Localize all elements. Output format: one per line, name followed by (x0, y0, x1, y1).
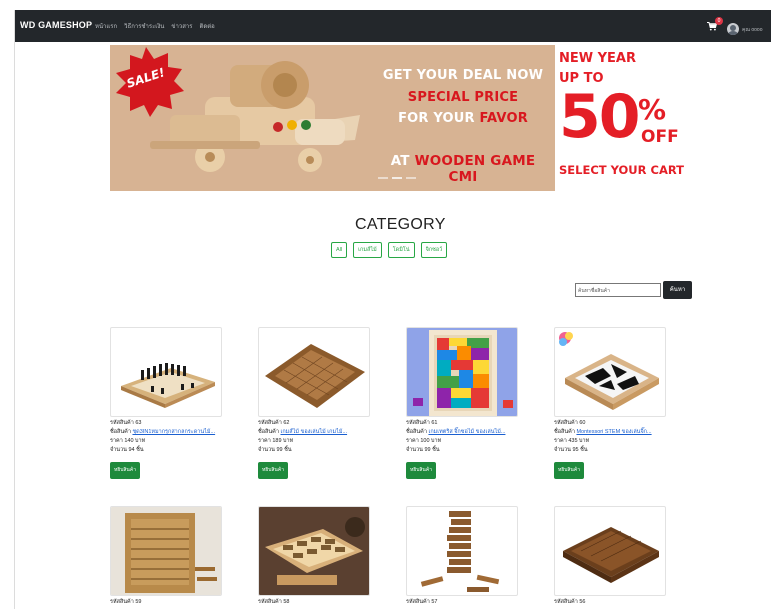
brand-logo[interactable]: WD GAMESHOP (20, 20, 92, 30)
add-to-cart-button[interactable]: หยิบสินค้า (110, 462, 140, 479)
product-name-row: ชื่อสินค้า เกมเทตริส จิ๊กซอไม้ ของเล่นไม… (406, 428, 505, 437)
offer-fifty: 50 (559, 82, 640, 152)
product-name-label: ชื่อสินค้า (110, 429, 133, 435)
banner-line-3-prefix: FOR YOUR (398, 111, 480, 126)
product-code: รหัสสินค้า 58 (258, 599, 290, 605)
nav-link-news[interactable]: ข่าวสาร (171, 21, 192, 31)
add-to-cart-button[interactable]: หยิบสินค้า (406, 462, 436, 479)
product-name-row: ชื่อสินค้า Montessori STEM ของเล่นจิ๊ก..… (554, 428, 652, 437)
filter-jigsaw-button[interactable]: จิกซอว์ (420, 242, 448, 258)
product-image[interactable] (110, 327, 222, 417)
offer-new-year: NEW YEAR (559, 51, 636, 66)
nav-link-payment[interactable]: วิธีการชำระเงิน (124, 21, 164, 31)
filter-wooden-games-button[interactable]: เกมส์ไม้ (353, 242, 382, 258)
montessori-stem-image (559, 332, 659, 410)
search-button[interactable]: ค้นหา (663, 281, 692, 299)
product-stock: จำนวน 99 ชิ้น (258, 447, 292, 453)
product-name-link[interactable]: ชุด3IN1หมากรุกสากลกระดานไม้... (132, 429, 215, 435)
product-image[interactable] (554, 327, 666, 417)
wooden-board-game-image (563, 527, 659, 583)
product-image[interactable] (110, 506, 222, 596)
product-image[interactable] (406, 327, 518, 417)
product-image[interactable] (258, 506, 370, 596)
product-stock: จำนวน 95 ชิ้น (554, 447, 588, 453)
banner-line-4-highlight: WOODEN GAME CMI (414, 153, 536, 185)
product-image[interactable] (554, 506, 666, 596)
user-name[interactable]: คุณ oooo (742, 26, 763, 34)
nav-links: หน้าแรก วิธีการชำระเงิน ข่าวสาร ติดต่อ (95, 21, 215, 31)
nav-link-home[interactable]: หน้าแรก (95, 21, 117, 31)
carousel-indicators[interactable] (378, 177, 416, 179)
product-price: ราคา 435 บาท (554, 438, 590, 444)
nav-link-contact[interactable]: ติดต่อ (199, 21, 214, 31)
carousel-dot[interactable] (378, 177, 388, 179)
banner-line-4: AT WOODEN GAME CMI (378, 153, 548, 185)
product-name-label: ชื่อสินค้า (554, 429, 577, 435)
domino-box-image (259, 507, 369, 595)
product-code: รหัสสินค้า 61 (406, 420, 438, 426)
tetris-jigsaw-image (413, 330, 513, 416)
chess-board-image (121, 363, 215, 408)
add-to-cart-button[interactable]: หยิบสินค้า (258, 462, 288, 479)
product-price: ราคา 189 บาท (258, 438, 294, 444)
product-name-row: ชื่อสินค้า ชุด3IN1หมากรุกสากลกระดานไม้..… (110, 428, 215, 437)
product-code: รหัสสินค้า 59 (110, 599, 142, 605)
product-name-link[interactable]: เกมเทตริส จิ๊กซอไม้ ของเล่นไม้... (428, 429, 505, 435)
banner-image: SALE! GET YOUR DEAL NOW SPECIAL PRICE FO… (110, 45, 555, 191)
product-name-label: ชื่อสินค้า (406, 429, 429, 435)
browser-page: WD GAMESHOP หน้าแรก วิธีการชำระเงิน ข่าว… (14, 10, 771, 609)
product-name-row: ชื่อสินค้า เกมส์ไม้ ของเล่นไม้ เกมไม้... (258, 428, 347, 437)
offer-percent: % (638, 93, 667, 126)
product-stock: จำนวน 99 ชิ้น (406, 447, 440, 453)
category-heading: CATEGORY (355, 216, 446, 233)
product-name-link[interactable]: Montessori STEM ของเล่นจิ๊ก... (576, 429, 651, 435)
banner-line-2: SPECIAL PRICE (407, 90, 519, 105)
filter-domino-button[interactable]: โดมิโน่ (387, 242, 415, 258)
promo-banner-carousel[interactable]: SALE! GET YOUR DEAL NOW SPECIAL PRICE FO… (110, 45, 692, 191)
banner-offer-panel: NEW YEAR UP TO 50 % OFF SELECT YOUR CART (555, 45, 692, 191)
offer-select-cart: SELECT YOUR CART (559, 163, 685, 177)
product-code: รหัสสินค้า 60 (554, 420, 586, 426)
filter-all-button[interactable]: All (331, 242, 348, 258)
add-to-cart-button[interactable]: หยิบสินค้า (554, 462, 584, 479)
product-image[interactable] (406, 506, 518, 596)
product-image[interactable] (258, 327, 370, 417)
wooden-tower-game-image (111, 507, 221, 595)
navbar: WD GAMESHOP หน้าแรก วิธีการชำระเงิน ข่าว… (15, 10, 771, 42)
banner-line-4-prefix: AT (390, 153, 415, 169)
product-code: รหัสสินค้า 62 (258, 420, 290, 426)
carousel-dot[interactable] (406, 177, 416, 179)
wooden-puzzle-board-image (265, 344, 365, 408)
product-name-label: ชื่อสินค้า (258, 429, 281, 435)
user-avatar[interactable] (727, 23, 739, 35)
banner-line-1: GET YOUR DEAL NOW (382, 68, 544, 83)
product-code: รหัสสินค้า 63 (110, 420, 142, 426)
carousel-dot-active[interactable] (392, 177, 402, 179)
banner-line-3-highlight: FAVOR (479, 111, 528, 126)
offer-off: OFF (641, 127, 679, 147)
product-name-link[interactable]: เกมส์ไม้ ของเล่นไม้ เกมไม้... (280, 429, 347, 435)
jenga-tower-image (420, 511, 500, 592)
search-input[interactable]: ค้นหาชื่อสินค้า (575, 283, 661, 297)
product-stock: จำนวน 94 ชิ้น (110, 447, 144, 453)
product-price: ราคา 140 บาท (110, 438, 146, 444)
product-code: รหัสสินค้า 56 (554, 599, 586, 605)
product-price: ราคา 100 บาท (406, 438, 442, 444)
product-code: รหัสสินค้า 57 (406, 599, 438, 605)
banner-line-3: FOR YOUR FAVOR (378, 111, 548, 126)
category-filters: All เกมส์ไม้ โดมิโน่ จิกซอว์ (331, 242, 448, 258)
cart-count-badge: 0 (715, 17, 723, 25)
